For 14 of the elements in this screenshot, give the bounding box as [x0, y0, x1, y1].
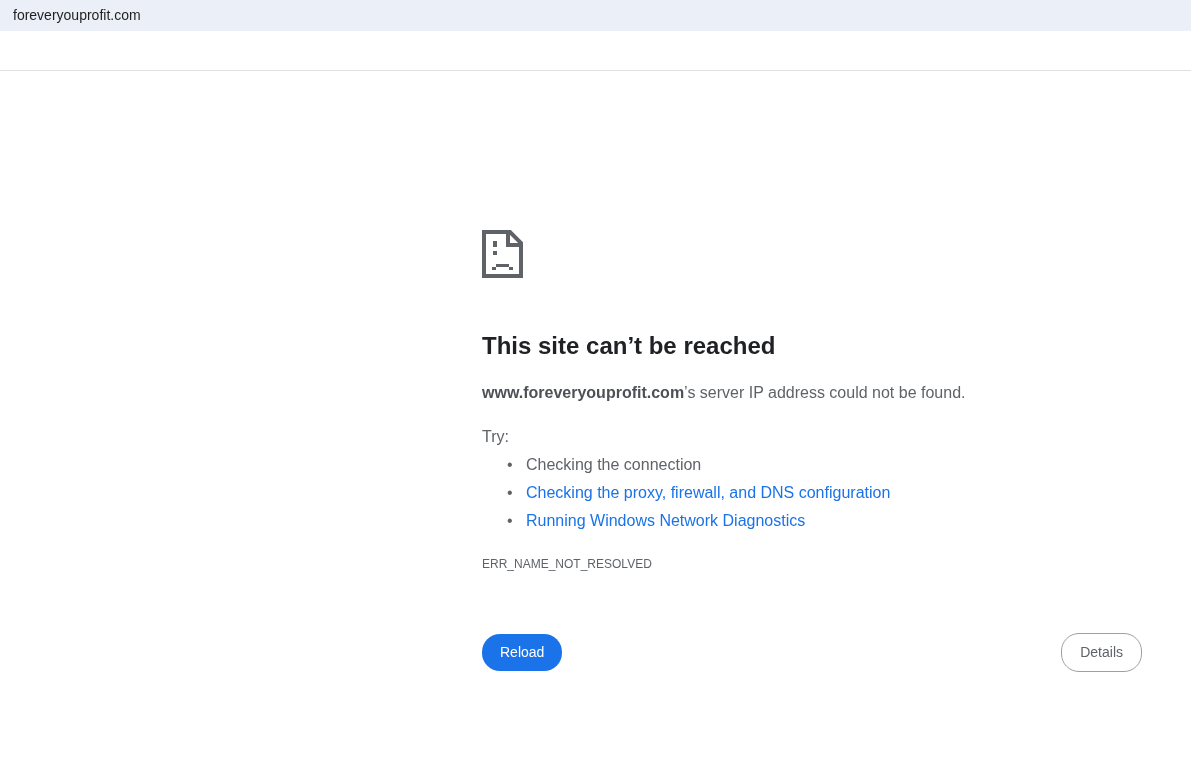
reload-button[interactable]: Reload: [482, 634, 563, 671]
error-code: ERR_NAME_NOT_RESOLVED: [482, 556, 653, 573]
sad-page-icon: [482, 230, 523, 278]
suggestion-link[interactable]: Checking the proxy, firewall, and DNS configuration: [526, 481, 891, 505]
try-label: Try:: [482, 427, 510, 447]
bullet: •: [507, 483, 514, 503]
bullet: •: [507, 511, 514, 531]
suggestion-text: Checking the connection: [526, 455, 702, 475]
error-heading: This site can’t be reached: [482, 331, 777, 361]
error-message: www.foreveryouprofit.com’s server IP address could not be found.: [482, 383, 967, 403]
details-button[interactable]: Details: [1061, 633, 1142, 672]
suggestion-link[interactable]: Running Windows Network Diagnostics: [526, 509, 806, 533]
bullet: •: [507, 455, 514, 475]
url-text[interactable]: foreveryouprofit.com: [13, 5, 141, 26]
